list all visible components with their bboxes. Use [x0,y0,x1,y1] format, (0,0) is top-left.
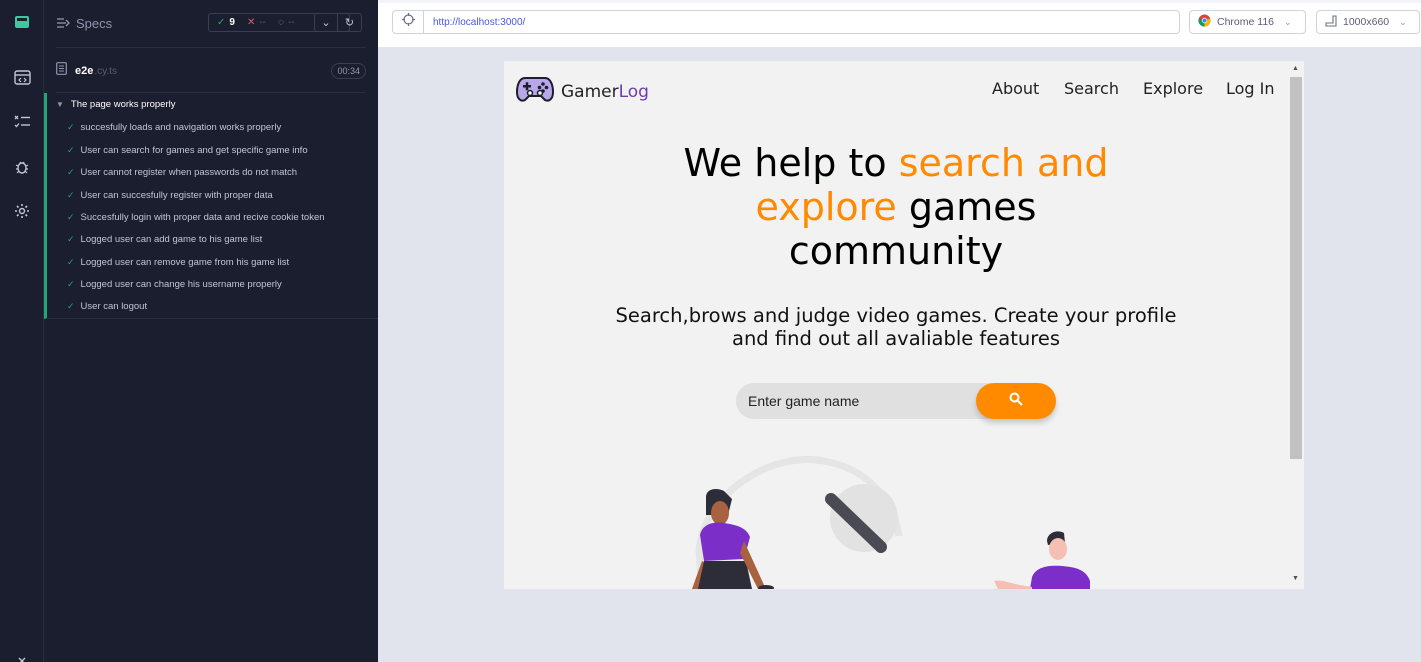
crosshair-icon [401,13,415,31]
test-suite: ▼ The page works properly ✓ succesfully l… [44,93,378,319]
nav-explore[interactable]: Explore [1143,79,1203,98]
test-title: User cannot register when passwords do n… [80,167,298,178]
pending-circle-icon: ◌ [278,17,284,28]
icon-rail [0,0,44,662]
page-scrollbar[interactable]: ▲ ▼ [1288,61,1304,589]
selector-playground-button[interactable] [392,10,424,34]
check-icon: ✓ [67,279,75,289]
check-icon: ✓ [67,122,75,132]
nav-search[interactable]: Search [1064,79,1119,98]
chevron-down-icon: ▼ [56,100,64,109]
debug-bug-icon[interactable] [9,154,35,180]
test-title: Logged user can add game to his game lis… [80,234,263,245]
document-icon [56,62,67,80]
nav-login[interactable]: Log In [1226,79,1275,98]
passed-count: 9 [229,17,235,28]
test-title: User can search for games and get specif… [80,145,308,156]
test-item[interactable]: ✓ User can succesfully register with prop… [67,190,273,201]
scroll-down-icon[interactable]: ▼ [1292,575,1299,582]
keyboard-shortcuts-icon[interactable] [9,648,35,662]
passed-check-icon: ✓ [217,17,226,28]
settings-gear-icon[interactable] [9,198,35,224]
gamepad-icon [515,75,555,108]
viewport-icon [1325,14,1337,30]
suite-title: The page works properly [70,99,176,110]
url-bar[interactable]: http://localhost:3000/ [424,10,1180,34]
test-title: User can logout [80,301,148,312]
hero-text: games [896,185,1037,229]
test-item[interactable]: ✓ User cannot register when passwords do … [67,167,297,178]
hero-text: community [788,229,1004,273]
logo-text: GamerLog [561,82,649,102]
hero-illustration [654,441,1174,589]
test-title: Logged user can remove game from his gam… [80,257,290,268]
test-title: Logged user can change his username prop… [80,279,282,290]
search-bar [736,383,1056,419]
browser-selector[interactable]: Chrome 116 ⌄ [1189,10,1306,34]
chrome-icon [1198,14,1211,30]
test-item[interactable]: ✓ succesfully loads and navigation works … [67,122,281,133]
game-search-input[interactable] [736,383,996,419]
test-title: succesfully loads and navigation works p… [80,122,282,133]
test-item[interactable]: ✓ Logged user can change his username pro… [67,279,282,290]
specs-label[interactable]: Specs [76,16,112,31]
cypress-logo-icon[interactable] [9,9,35,35]
hero-highlight: explore [755,185,897,229]
suite-header[interactable]: ▼ The page works properly [56,99,175,110]
app-under-test-frame: GamerLog About Search Explore Log In We … [504,61,1304,589]
viewport-selector[interactable]: 1000x660 ⌄ [1316,10,1420,34]
header-divider [56,47,366,48]
hero-heading: We help to search and explore games comm… [588,141,1204,273]
rerun-button[interactable]: ↻ [338,13,362,32]
check-icon: ✓ [67,257,75,267]
spec-file-row[interactable]: e2e .cy.ts 00:34 [56,62,366,80]
check-icon: ✓ [67,234,75,244]
browser-toolbar: http://localhost:3000/ Chrome 116 ⌄ 1000… [378,0,1421,47]
specs-toggle-icon[interactable] [56,16,70,34]
gamerlog-logo[interactable]: GamerLog [515,75,649,108]
viewport-size: 1000x660 [1343,16,1390,28]
test-title: Succesfully login with proper data and r… [80,212,325,223]
test-item[interactable]: ✓ User can logout [67,301,147,312]
spec-file-name: e2e [75,65,94,77]
refresh-icon: ↻ [344,17,355,29]
runs-list-icon[interactable] [9,108,35,134]
failed-x-icon: ✕ [246,17,256,28]
pending-count: -- [287,17,295,28]
test-title: User can succesfully register with prope… [80,190,273,201]
scroll-up-icon[interactable]: ▲ [1292,65,1299,72]
check-icon: ✓ [67,167,75,177]
panel-header: Specs ✓ 9 ✕ -- ◌ -- ⌄ ↻ [44,0,378,47]
spec-file-extension: .cy.ts [94,65,117,77]
hero-text: We help to [683,141,899,185]
hero-subtitle: Search,brows and judge video games. Crea… [615,304,1177,350]
test-item[interactable]: ✓ User can search for games and get speci… [67,145,308,156]
check-icon: ✓ [67,212,75,222]
test-item[interactable]: ✓ Succesfully login with proper data and … [67,212,325,223]
test-item[interactable]: ✓ Logged user can remove game from his ga… [67,257,289,268]
logo-accent: Log [618,81,649,102]
test-item[interactable]: ✓ Logged user can add game to his game li… [67,234,262,245]
hero-highlight: search and [898,141,1109,185]
expand-collapse-button[interactable]: ⌄ [314,13,338,32]
chevron-down-icon: ⌄ [1284,16,1292,27]
logo-main: Gamer [561,81,619,102]
check-icon: ✓ [67,190,75,200]
chevron-down-icon: ⌄ [321,17,331,29]
check-icon: ✓ [67,301,75,311]
failed-count: -- [259,17,267,28]
toolbar-top-strip [378,0,1421,3]
chevron-down-icon: ⌄ [1399,16,1407,27]
scrollbar-thumb[interactable] [1290,77,1302,459]
search-icon [1009,392,1023,411]
spec-duration: 00:34 [331,63,366,79]
specs-browser-icon[interactable] [9,64,35,90]
nav-about[interactable]: About [992,79,1039,98]
check-icon: ✓ [67,145,75,155]
spec-runner-panel: Specs ✓ 9 ✕ -- ◌ -- ⌄ ↻ e2e .cy.ts 00:34… [44,0,378,662]
search-button[interactable] [976,383,1056,419]
browser-name: Chrome 116 [1217,16,1275,28]
